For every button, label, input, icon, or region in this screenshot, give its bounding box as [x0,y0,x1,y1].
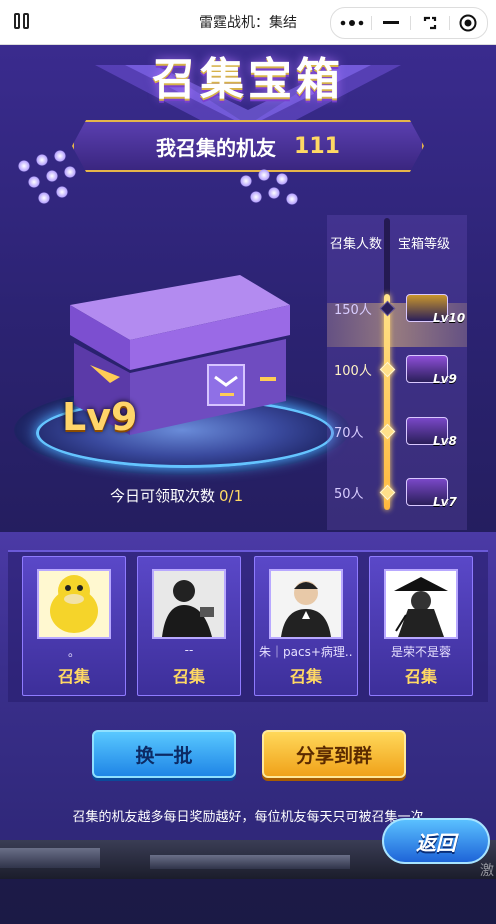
rotate-icon[interactable] [411,8,449,38]
ladder-header-count: 召集人数 [330,237,383,252]
friend-card: 是荣不是蓉 召集 [369,556,473,696]
ladder-progress-fill [384,294,390,510]
mech-decoration-center [150,855,350,869]
friend-card: 朱｜pacs+病理... 召集 [254,556,358,696]
refresh-batch-button[interactable]: 换一批 [92,730,236,778]
tier-count-label: 50人 [334,487,364,502]
claim-count-value: 0/1 [219,487,244,505]
friend-name: 朱｜pacs+病理... [259,645,353,659]
ladder-header-level: 宝箱等级 [398,237,451,252]
more-dots-icon[interactable] [333,8,371,38]
claim-count-text: 今日可领取次数 0/1 [110,487,244,505]
target-close-icon[interactable] [449,8,487,38]
summon-button[interactable]: 召集 [370,663,472,687]
stage-lights-left [8,140,108,220]
chest-level-label: Lv9 [62,395,138,439]
tier-level-label: Lv9 [433,372,457,386]
page-title: 召集宝箱 [152,54,344,105]
minimize-icon[interactable] [372,8,410,38]
summon-button[interactable]: 召集 [255,663,357,687]
tier-level-label: Lv10 [433,311,466,325]
man-portrait-avatar [269,569,343,639]
summon-button[interactable]: 召集 [23,663,125,687]
tier-level-label: Lv8 [433,434,457,448]
mini-program-topbar: 雷霆战机：集结 [0,0,496,45]
tier-level-label: Lv7 [433,495,457,509]
stage-lights-right [230,155,330,235]
watermark-text: 激 [480,863,494,879]
mech-decoration-left [0,848,100,868]
tier-count-label: 100人 [334,364,372,379]
friend-name: 是荣不是蓉 [390,645,451,659]
share-to-group-button[interactable]: 分享到群 [262,730,406,778]
tier-count-label: 70人 [334,426,364,441]
friend-name: -- [184,643,194,657]
back-button[interactable]: 返回 [382,818,490,864]
tier-count-label: 150人 [334,303,372,318]
friend-name: 。 [67,645,80,659]
person-photo-avatar [152,569,226,639]
yellow-duck-avatar [37,569,111,639]
summon-button[interactable]: 召集 [138,663,240,687]
samurai-sketch-avatar [384,569,458,639]
friend-card: -- 召集 [137,556,241,696]
capsule-menu [330,7,488,39]
friend-card: 。 召集 [22,556,126,696]
